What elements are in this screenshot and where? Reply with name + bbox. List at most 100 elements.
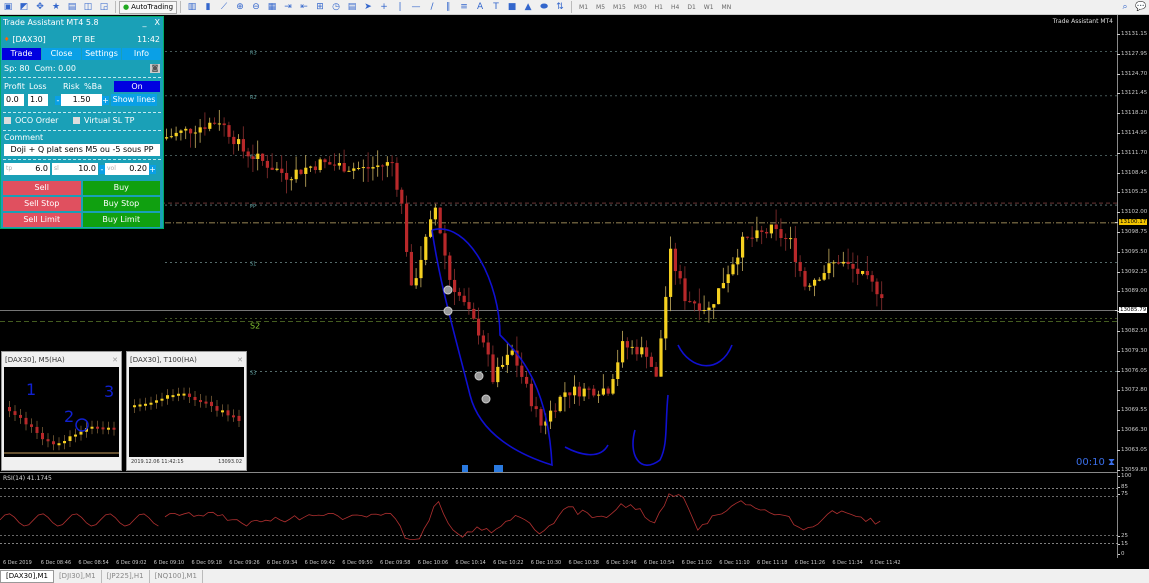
camera-icon[interactable]: ◙ xyxy=(150,64,160,73)
mini-chart-m5[interactable]: [DAX30], M5(HA) ✕ 1 2 3 xyxy=(1,351,122,471)
candlestick-icon[interactable]: ▮ xyxy=(200,1,216,14)
horizontal-line-icon[interactable]: — xyxy=(408,1,424,14)
buy-button[interactable]: Buy xyxy=(82,181,160,195)
timeframe-m30[interactable]: M30 xyxy=(630,4,651,11)
templates-icon[interactable]: ▤ xyxy=(344,1,360,14)
candle xyxy=(813,279,817,286)
crosshair-tool-icon[interactable]: + xyxy=(376,1,392,14)
chart-tab[interactable]: [NQ100],M1 xyxy=(150,569,203,583)
candle xyxy=(798,261,802,272)
close-icon[interactable]: ✕ xyxy=(237,356,243,364)
chart-tab[interactable]: [DJI30],M1 xyxy=(54,569,102,583)
text-icon[interactable]: A xyxy=(472,1,488,14)
sell-stop-button[interactable]: Sell Stop xyxy=(3,197,81,211)
triangle-icon[interactable]: ▲ xyxy=(520,1,536,14)
loss-input[interactable]: 1.0 xyxy=(28,94,48,106)
show-lines-button[interactable]: Show lines xyxy=(111,94,157,106)
market-watch-icon[interactable]: ★ xyxy=(48,1,64,14)
candle xyxy=(241,139,245,152)
line-chart-icon[interactable]: ⟋ xyxy=(216,1,232,14)
autoscroll-icon[interactable]: ⇥ xyxy=(280,1,296,14)
arrows-icon[interactable]: ⇅ xyxy=(552,1,568,14)
candle xyxy=(419,259,423,279)
indicators-icon[interactable]: ⊞ xyxy=(312,1,328,14)
candle xyxy=(227,125,231,137)
vol-input[interactable]: vol 0.20 xyxy=(105,163,149,175)
risk-plus-button[interactable]: + xyxy=(102,95,109,105)
price-tick: 13118.20 xyxy=(1116,110,1148,117)
virtual-sltp-checkbox[interactable] xyxy=(73,117,80,124)
chart-tab[interactable]: [JP225],H1 xyxy=(102,569,150,583)
ellipse-icon[interactable]: ⬬ xyxy=(536,1,552,14)
new-chart-icon[interactable]: ▣ xyxy=(0,1,16,14)
timeframe-m5[interactable]: M5 xyxy=(592,4,609,11)
mini-chart-t100[interactable]: [DAX30], T100(HA) ✕ 2019.12.06 11:42:15 1… xyxy=(126,351,247,471)
zoom-out-icon[interactable]: ⊖ xyxy=(248,1,264,14)
profiles-icon[interactable]: ◩ xyxy=(16,1,32,14)
candle xyxy=(299,169,303,174)
terminal-icon[interactable]: ◫ xyxy=(80,1,96,14)
sl-input[interactable]: sl 10.0 xyxy=(52,163,98,175)
timeframe-mn[interactable]: MN xyxy=(718,4,736,11)
tab-trade[interactable]: Trade xyxy=(2,48,41,60)
timeframe-h4[interactable]: H4 xyxy=(667,4,683,11)
candle xyxy=(19,414,22,418)
tp-input[interactable]: tp 6.0 xyxy=(4,163,50,175)
timeframe-h1[interactable]: H1 xyxy=(651,4,667,11)
bar-chart-icon[interactable]: ▥ xyxy=(184,1,200,14)
candle xyxy=(601,388,605,395)
fibonacci-icon[interactable]: ∥ xyxy=(440,1,456,14)
close-button[interactable]: X xyxy=(155,18,160,27)
strategy-tester-icon[interactable]: ◲ xyxy=(96,1,112,14)
vol-plus-button[interactable]: + xyxy=(149,164,156,174)
zoom-in-icon[interactable]: ⊕ xyxy=(232,1,248,14)
sell-limit-button[interactable]: Sell Limit xyxy=(3,213,81,227)
periods-icon[interactable]: ◷ xyxy=(328,1,344,14)
candle xyxy=(304,167,308,174)
sell-button[interactable]: Sell xyxy=(3,181,81,195)
cursor-icon[interactable]: ➤ xyxy=(360,1,376,14)
candle xyxy=(35,426,39,433)
candle xyxy=(144,403,147,406)
price-tick: 13098.75 xyxy=(1116,229,1148,235)
tile-windows-icon[interactable]: ▦ xyxy=(264,1,280,14)
buy-limit-button[interactable]: Buy Limit xyxy=(82,213,160,227)
channel-icon[interactable]: ≡ xyxy=(456,1,472,14)
price-scale[interactable]: 13131.15 13127.95 13124.70 13121.45 13118.20… xyxy=(1114,15,1149,558)
minimize-button[interactable]: _ xyxy=(143,18,147,27)
rsi-indicator-window[interactable]: RSI(14) 41.1745 xyxy=(0,472,1118,558)
trendline-icon[interactable]: / xyxy=(424,1,440,14)
tab-settings[interactable]: Settings xyxy=(82,48,121,60)
trade-marker-icon xyxy=(443,285,453,295)
search-icon[interactable]: ⌕ xyxy=(1117,1,1133,14)
vertical-line-icon[interactable]: | xyxy=(392,1,408,14)
navigator-icon[interactable]: ▤ xyxy=(64,1,80,14)
timeframe-w1[interactable]: W1 xyxy=(700,4,718,11)
candle xyxy=(553,410,557,412)
candle xyxy=(222,123,226,126)
label-icon[interactable]: T xyxy=(488,1,504,14)
timeframe-m15[interactable]: M15 xyxy=(609,4,630,11)
close-icon[interactable]: ✕ xyxy=(112,356,118,364)
buy-stop-button[interactable]: Buy Stop xyxy=(82,197,160,211)
pctba-label: %Ba xyxy=(84,82,102,91)
risk-input[interactable]: 1.50 xyxy=(61,94,102,106)
on-toggle[interactable]: On xyxy=(114,81,160,92)
candle xyxy=(501,364,505,367)
oco-checkbox[interactable] xyxy=(4,117,11,124)
candle xyxy=(237,415,241,421)
timeframe-m1[interactable]: M1 xyxy=(575,4,592,11)
tab-info[interactable]: Info xyxy=(122,48,161,60)
countdown-text: 00:10 xyxy=(1076,457,1105,468)
chart-tab[interactable]: [DAX30],M1 xyxy=(0,569,54,583)
candle xyxy=(750,237,754,239)
comment-input[interactable]: Doji + Q plat sens M5 ou -5 sous PP xyxy=(4,144,160,156)
timeframe-d1[interactable]: D1 xyxy=(683,4,699,11)
crosshair-icon[interactable]: ✥ xyxy=(32,1,48,14)
rectangle-icon[interactable]: ■ xyxy=(504,1,520,14)
chat-icon[interactable]: 💬 xyxy=(1133,1,1149,14)
profit-input[interactable]: 0.0 xyxy=(4,94,24,106)
chart-shift-icon[interactable]: ⇤ xyxy=(296,1,312,14)
autotrading-button[interactable]: ● AutoTrading xyxy=(119,0,178,14)
tab-close[interactable]: Close xyxy=(42,48,81,60)
